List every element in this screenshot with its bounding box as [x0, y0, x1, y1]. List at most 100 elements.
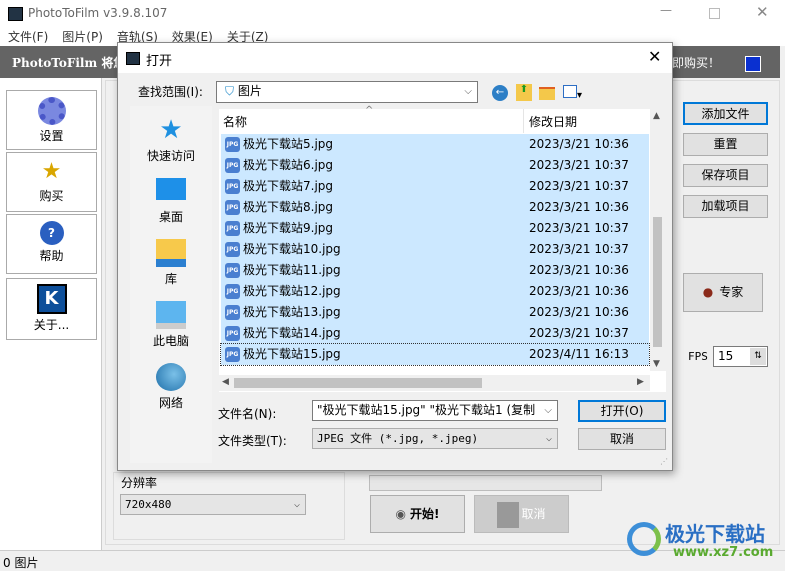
- sidebar: 设置 ★ 购买 ? 帮助 K 关于...: [0, 78, 102, 550]
- cancel-button[interactable]: 取消: [578, 428, 666, 450]
- jpg-file-icon: JPG: [225, 179, 240, 194]
- about-logo-icon: K: [36, 284, 67, 314]
- open-dialog: 打开 ✕ 查找范围(I): ⛉ 图片 ⌵ ← ⬆ ▾ ★ 快速访问 桌面 库 此电脑…: [117, 42, 673, 471]
- cancel-render-label: 取消: [521, 507, 546, 521]
- save-project-button[interactable]: 保存项目: [683, 164, 768, 187]
- banner-buy-text[interactable]: 即购买！: [672, 54, 720, 71]
- jpg-file-icon: JPG: [225, 263, 240, 278]
- file-date: 2023/3/21 10:37: [529, 179, 629, 193]
- buy-button[interactable]: ★ 购买: [6, 152, 97, 212]
- file-name: 极光下载站15.jpg: [243, 347, 341, 361]
- new-folder-icon[interactable]: [539, 87, 555, 100]
- reset-button[interactable]: 重置: [683, 133, 768, 156]
- file-name: 极光下载站11.jpg: [243, 263, 341, 277]
- up-folder-icon[interactable]: ⬆: [516, 84, 532, 101]
- scroll-down-icon[interactable]: ▼: [653, 359, 660, 369]
- jpg-file-icon: JPG: [225, 284, 240, 299]
- file-date: 2023/3/21 10:36: [529, 284, 629, 298]
- horizontal-scroll-thumb[interactable]: [234, 378, 482, 388]
- file-row[interactable]: JPG 极光下载站5.jpg 2023/3/21 10:36: [221, 134, 649, 155]
- settings-button[interactable]: 设置: [6, 90, 97, 150]
- resize-grip-icon[interactable]: ⋰: [660, 457, 668, 466]
- back-icon[interactable]: ←: [492, 85, 508, 101]
- place-this-pc[interactable]: 此电脑: [130, 301, 212, 349]
- file-row[interactable]: JPG 极光下载站15.jpg 2023/4/11 16:13: [220, 343, 650, 366]
- resolution-select[interactable]: 720x480 ⌵: [120, 494, 306, 515]
- main-titlebar: PhotoToFilm v3.9.8.107 — ✕: [0, 0, 785, 28]
- close-button[interactable]: ✕: [756, 3, 769, 21]
- place-quick-access[interactable]: ★ 快速访问: [130, 116, 212, 164]
- chevron-down-icon: ⌵: [293, 499, 300, 510]
- scroll-right-icon[interactable]: ▶: [637, 377, 644, 387]
- dialog-close-icon[interactable]: ✕: [648, 47, 661, 66]
- dialog-app-icon: [126, 52, 140, 65]
- file-date: 2023/3/21 10:36: [529, 137, 629, 151]
- filetype-select[interactable]: JPEG 文件 (*.jpg, *.jpeg) ⌵: [312, 428, 558, 449]
- filename-input[interactable]: "极光下载站15.jpg" "极光下载站1 (复制 ⌵: [312, 400, 558, 421]
- file-name: 极光下载站14.jpg: [243, 326, 341, 340]
- file-date: 2023/3/21 10:36: [529, 263, 629, 277]
- expert-button[interactable]: ● 专家: [683, 273, 763, 312]
- logo-icon: [745, 56, 761, 72]
- fps-spinner[interactable]: ⇅: [750, 348, 766, 365]
- vertical-scroll-thumb[interactable]: [653, 217, 662, 347]
- file-name: 极光下载站8.jpg: [243, 200, 334, 214]
- file-date: 2023/3/21 10:37: [529, 158, 629, 172]
- place-label: 网络: [158, 396, 183, 410]
- file-row[interactable]: JPG 极光下载站12.jpg 2023/3/21 10:36: [221, 281, 649, 302]
- load-project-button[interactable]: 加载项目: [683, 195, 768, 218]
- jpg-file-icon: JPG: [225, 158, 240, 173]
- file-row[interactable]: JPG 极光下载站11.jpg 2023/3/21 10:36: [221, 260, 649, 281]
- settings-label: 设置: [39, 129, 64, 143]
- buy-label: 购买: [39, 189, 64, 203]
- scroll-left-icon[interactable]: ◀: [222, 377, 229, 387]
- look-in-value: 图片: [237, 84, 262, 98]
- file-row[interactable]: JPG 极光下载站8.jpg 2023/3/21 10:36: [221, 197, 649, 218]
- column-header-date[interactable]: 修改日期: [529, 113, 577, 130]
- dialog-titlebar: 打开 ✕: [118, 43, 672, 73]
- file-date: 2023/3/21 10:37: [529, 326, 629, 340]
- menu-file[interactable]: 文件(F): [8, 28, 48, 45]
- scroll-up-icon[interactable]: ▲: [653, 111, 660, 121]
- file-row[interactable]: JPG 极光下载站6.jpg 2023/3/21 10:37: [221, 155, 649, 176]
- place-label: 库: [164, 272, 177, 286]
- computer-icon: [156, 301, 186, 329]
- expert-icon: ●: [702, 285, 714, 299]
- shield-folder-icon: ⛉: [225, 84, 235, 98]
- file-row[interactable]: JPG 极光下载站10.jpg 2023/3/21 10:37: [221, 239, 649, 260]
- network-icon: [156, 363, 186, 391]
- places-bar: ★ 快速访问 桌面 库 此电脑 网络: [130, 106, 212, 463]
- file-row[interactable]: JPG 极光下载站14.jpg 2023/3/21 10:37: [221, 323, 649, 344]
- place-network[interactable]: 网络: [130, 363, 212, 411]
- app-title: PhotoToFilm v3.9.8.107: [28, 6, 168, 20]
- dialog-title: 打开: [146, 54, 173, 69]
- resolution-label: 分辨率: [121, 474, 158, 491]
- column-divider: [523, 109, 524, 133]
- expert-label: 专家: [719, 285, 744, 299]
- add-files-button[interactable]: 添加文件: [683, 102, 768, 125]
- look-in-select[interactable]: ⛉ 图片 ⌵: [216, 81, 478, 103]
- vertical-scrollbar[interactable]: ▲ ▼: [650, 109, 666, 371]
- file-row[interactable]: JPG 极光下载站9.jpg 2023/3/21 10:37: [221, 218, 649, 239]
- place-libraries[interactable]: 库: [130, 239, 212, 287]
- help-button[interactable]: ? 帮助: [6, 214, 97, 274]
- fps-input[interactable]: 15 ⇅: [713, 346, 768, 367]
- column-header-name[interactable]: 名称: [223, 113, 247, 130]
- minimize-button[interactable]: —: [660, 3, 672, 17]
- library-folder-icon: [156, 239, 186, 267]
- maximize-button[interactable]: [709, 8, 720, 19]
- open-button[interactable]: 打开(O): [578, 400, 666, 422]
- file-name: 极光下载站12.jpg: [243, 284, 341, 298]
- about-button[interactable]: K 关于...: [6, 278, 97, 340]
- filetype-value: JPEG 文件 (*.jpg, *.jpeg): [317, 432, 479, 445]
- watermark-logo-icon: [627, 522, 661, 556]
- file-row[interactable]: JPG 极光下载站13.jpg 2023/3/21 10:36: [221, 302, 649, 323]
- menu-pictures[interactable]: 图片(P): [62, 28, 103, 45]
- start-button[interactable]: ◉ 开始!: [370, 495, 465, 533]
- place-desktop[interactable]: 桌面: [130, 178, 212, 225]
- horizontal-scrollbar[interactable]: ◀ ▶: [219, 375, 650, 391]
- cancel-render-button[interactable]: 取消: [474, 495, 569, 533]
- view-menu-icon[interactable]: ▾: [563, 85, 587, 101]
- file-row[interactable]: JPG 极光下载站7.jpg 2023/3/21 10:37: [221, 176, 649, 197]
- fps-label: FPS: [688, 350, 708, 363]
